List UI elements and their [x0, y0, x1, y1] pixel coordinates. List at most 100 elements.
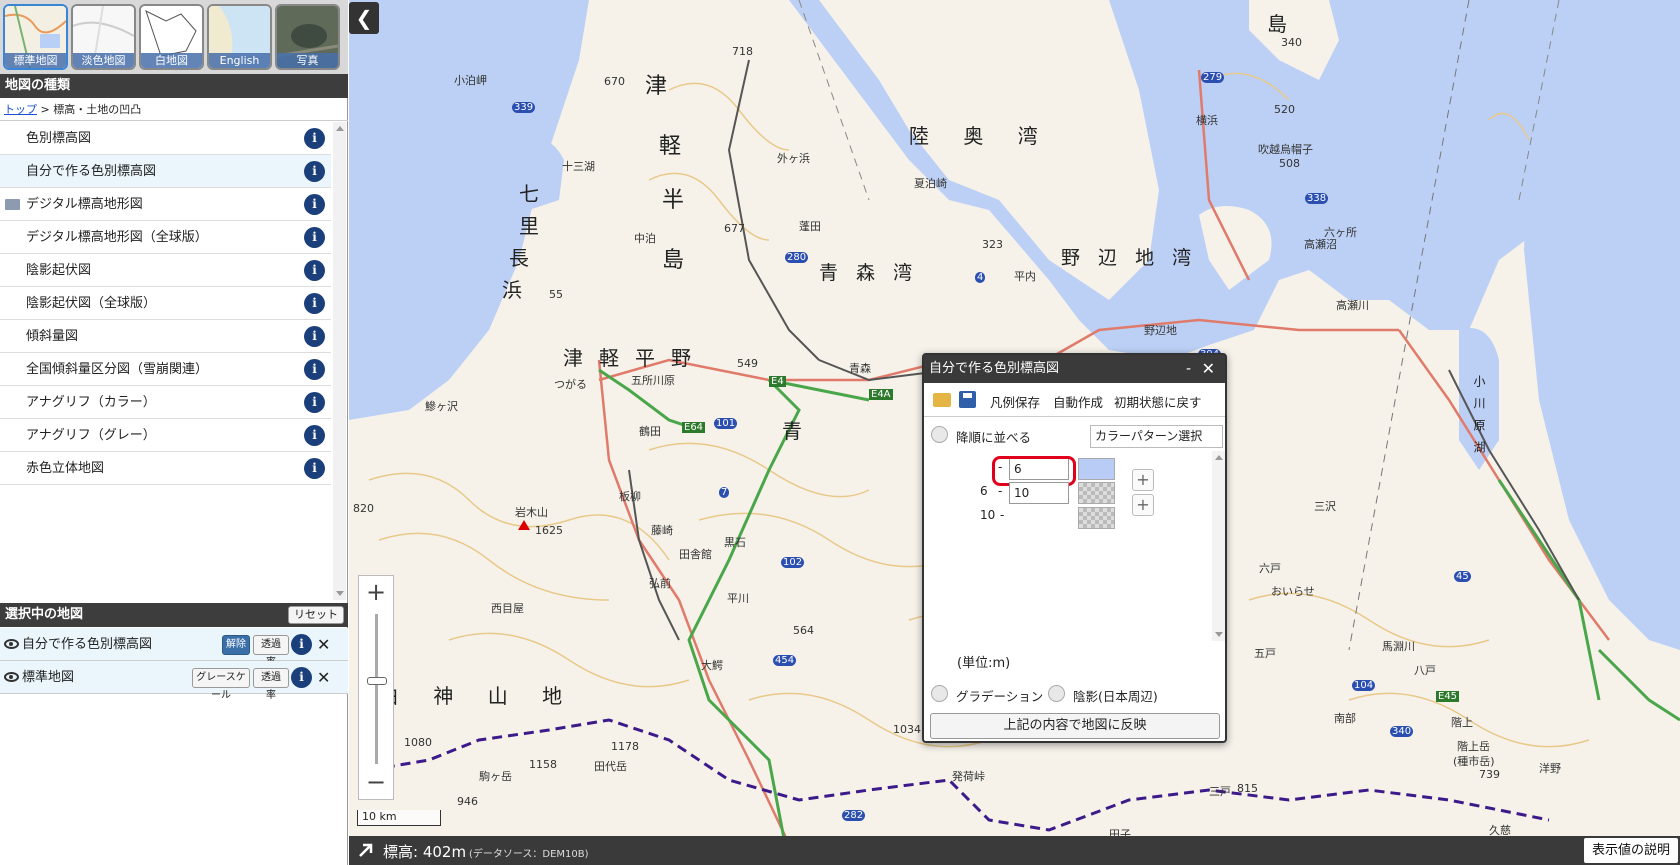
info-icon[interactable]: i	[304, 425, 325, 446]
zoom-out-button[interactable]: −	[359, 767, 393, 799]
close-icon[interactable]: ✕	[317, 628, 330, 661]
auto-create-button[interactable]: 自動作成	[1053, 392, 1103, 411]
layer-item-hillshade-global[interactable]: 陰影起伏図（全球版） i	[0, 287, 331, 320]
info-icon[interactable]: i	[291, 634, 312, 655]
basemap-blank[interactable]: 白地図	[139, 4, 204, 70]
info-icon[interactable]: i	[291, 667, 312, 688]
place-label: 吹越烏帽子	[1258, 143, 1313, 156]
zoom-slider-handle[interactable]	[367, 677, 387, 685]
layer-item-red-relief[interactable]: 赤色立体地図 i	[0, 452, 331, 485]
range-to-input[interactable]: 10	[1009, 482, 1069, 504]
rows-scrollbar[interactable]	[1212, 451, 1225, 641]
sort-row: 降順に並べる カラーパターン選択	[924, 421, 1225, 449]
place-label: 677	[724, 222, 745, 235]
scroll-up-icon[interactable]	[336, 126, 344, 131]
place-label: 1625	[535, 524, 563, 537]
breadcrumb-current: > 標高・土地の凹凸	[37, 103, 142, 116]
unit-label: (単位:m)	[957, 656, 1011, 671]
add-row-button[interactable]: +	[1132, 469, 1154, 491]
reset-button[interactable]: リセット	[288, 606, 344, 624]
save-legend-button[interactable]: 凡例保存	[990, 392, 1040, 411]
info-icon[interactable]: i	[304, 359, 325, 380]
minimize-icon[interactable]: -	[1186, 355, 1191, 383]
color-swatch[interactable]	[1078, 482, 1115, 504]
route-shield: 101	[714, 418, 738, 429]
info-icon[interactable]: i	[304, 326, 325, 347]
basemap-pale[interactable]: 淡色地図	[71, 4, 136, 70]
info-icon[interactable]: i	[304, 392, 325, 413]
release-button[interactable]: 解除	[222, 635, 250, 655]
layer-item-slope-avalanche[interactable]: 全国傾斜量区分図（雪崩関連） i	[0, 353, 331, 386]
legend-explanation-button[interactable]: 表示値の説明	[1583, 838, 1678, 863]
zoom-control: + −	[358, 575, 394, 800]
zoom-slider-track[interactable]	[375, 614, 378, 764]
place-label: 820	[353, 502, 374, 515]
reset-initial-button[interactable]: 初期状態に戻す	[1114, 392, 1202, 411]
basemap-photo[interactable]: 写真	[275, 4, 340, 70]
opacity-button[interactable]: 透過率	[253, 635, 289, 668]
place-label: 八戸	[1414, 664, 1436, 677]
info-icon[interactable]: i	[304, 458, 325, 479]
sea-label-noheji-bay: 野 辺 地 湾	[1061, 247, 1198, 269]
close-icon[interactable]: ✕	[1202, 355, 1215, 383]
scroll-up-icon[interactable]	[1215, 455, 1223, 460]
eye-icon[interactable]	[4, 639, 19, 649]
scroll-down-icon[interactable]	[336, 591, 344, 596]
folder-open-icon[interactable]	[933, 393, 951, 407]
shading-radio[interactable]	[1048, 685, 1065, 702]
collapse-panel-button[interactable]: ❮	[349, 2, 379, 34]
layer-item-label: デジタル標高地形図	[26, 197, 143, 212]
close-icon[interactable]: ✕	[317, 661, 330, 694]
layer-item-digital-elevation-global[interactable]: デジタル標高地形図（全球版） i	[0, 221, 331, 254]
layer-list-scrollbar[interactable]	[333, 122, 346, 600]
info-icon[interactable]: i	[304, 161, 325, 182]
color-swatch[interactable]	[1078, 507, 1115, 529]
basemap-label: English	[209, 53, 270, 68]
place-label: 323	[982, 238, 1003, 251]
region-label: 七	[519, 182, 539, 206]
save-icon[interactable]	[959, 391, 976, 408]
breadcrumb-top-link[interactable]: トップ	[4, 103, 37, 116]
place-label: 黒石	[724, 536, 746, 549]
place-label: 野辺地	[1144, 324, 1177, 337]
add-row-button[interactable]: +	[1132, 494, 1154, 516]
info-icon[interactable]: i	[304, 293, 325, 314]
range-dash: -	[998, 484, 1003, 498]
apply-to-map-button[interactable]: 上記の内容で地図に反映	[930, 713, 1220, 739]
layer-item-color-elevation[interactable]: 色別標高図 i	[0, 122, 331, 155]
dialog-titlebar[interactable]: 自分で作る色別標高図 - ✕	[924, 355, 1225, 383]
selected-maps-title: 選択中の地図	[5, 607, 84, 622]
place-label: 小泊岬	[454, 74, 487, 87]
info-icon[interactable]: i	[304, 260, 325, 281]
place-label: 三沢	[1314, 500, 1336, 513]
option-row: グラデーション 陰影(日本周辺)	[924, 681, 1225, 707]
layer-item-digital-elevation-folder[interactable]: デジタル標高地形図 i	[0, 188, 331, 221]
color-swatch[interactable]	[1078, 458, 1115, 480]
layer-item-anaglyph-color[interactable]: アナグリフ（カラー） i	[0, 386, 331, 419]
info-icon[interactable]: i	[304, 128, 325, 149]
route-shield: 102	[781, 557, 805, 568]
place-label: 946	[457, 795, 478, 808]
basemap-standard[interactable]: 標準地図	[3, 4, 68, 70]
color-pattern-select[interactable]: カラーパターン選択	[1090, 425, 1223, 448]
layer-item-anaglyph-gray[interactable]: アナグリフ（グレー） i	[0, 419, 331, 452]
zoom-in-button[interactable]: +	[359, 576, 393, 608]
dialog-toolbar: 凡例保存 自動作成 初期状態に戻す	[924, 385, 1225, 417]
info-icon[interactable]: i	[304, 194, 325, 215]
place-label: 中泊	[634, 232, 656, 245]
gradation-radio[interactable]	[931, 685, 948, 702]
layer-item-custom-color-elevation[interactable]: 自分で作る色別標高図 i	[0, 155, 331, 188]
region-label-ogawara: 小川原湖	[1472, 375, 1486, 463]
layer-item-label: アナグリフ（カラー）	[26, 395, 156, 410]
layer-item-slope[interactable]: 傾斜量図 i	[0, 320, 331, 353]
place-label: 板柳	[619, 490, 641, 503]
scroll-down-icon[interactable]	[1215, 632, 1223, 637]
layer-item-hillshade[interactable]: 陰影起伏図 i	[0, 254, 331, 287]
grayscale-button[interactable]: グレースケール	[192, 668, 250, 701]
place-label: 岩木山	[515, 506, 548, 519]
sort-descending-radio[interactable]	[931, 426, 948, 443]
basemap-english[interactable]: English	[207, 4, 272, 70]
eye-icon[interactable]	[4, 672, 19, 682]
opacity-button[interactable]: 透過率	[253, 668, 289, 701]
info-icon[interactable]: i	[304, 227, 325, 248]
